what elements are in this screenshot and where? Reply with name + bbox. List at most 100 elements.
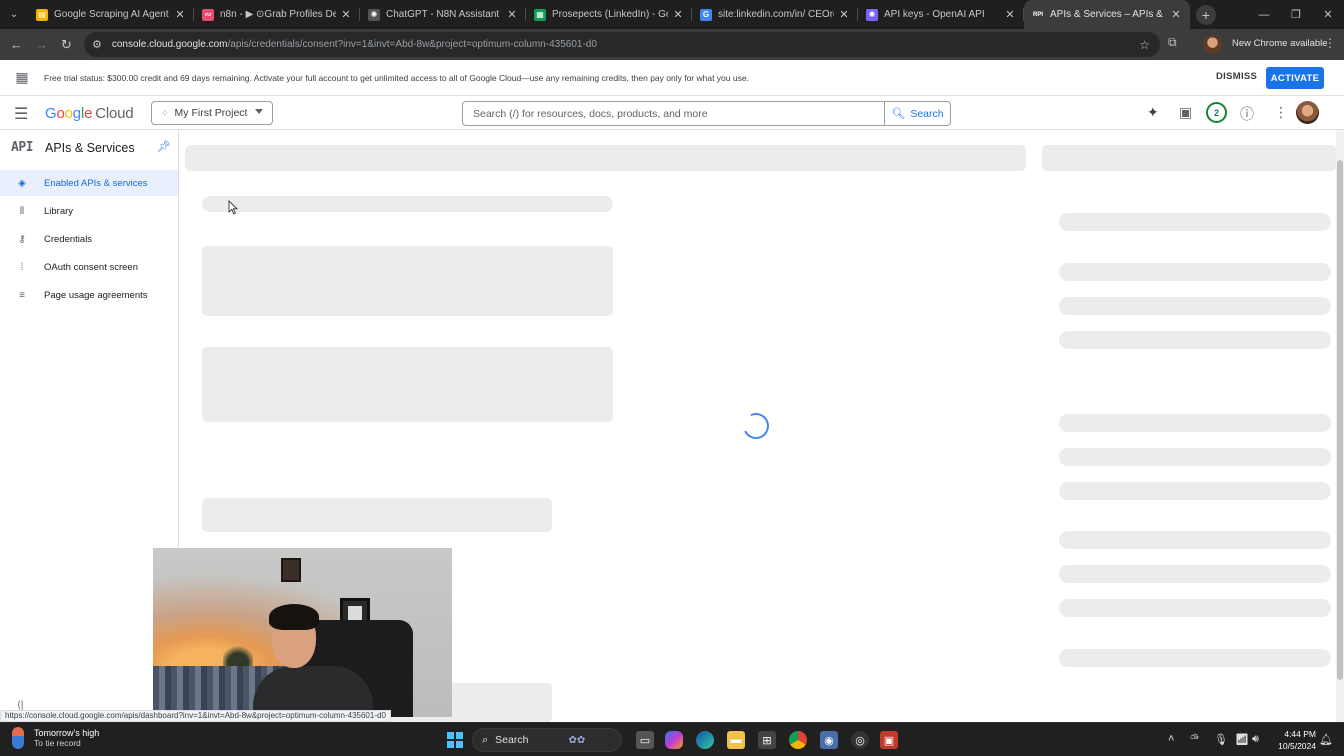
tab-close-icon[interactable]: ✕ (1170, 8, 1182, 21)
close-window-icon[interactable]: ✕ (1312, 0, 1344, 29)
skeleton-bar (1042, 145, 1336, 171)
bookmark-star-icon[interactable]: ☆ (1139, 38, 1150, 52)
microphone-icon[interactable]: 🎙︎ (1214, 733, 1228, 746)
skeleton-card (202, 498, 552, 532)
chrome-taskbar-icon[interactable] (789, 731, 807, 749)
chrome-menu-icon[interactable]: ⋮ (1324, 36, 1336, 50)
notification-bell-icon[interactable]: 🔔︎ (1319, 733, 1333, 746)
free-trial-banner: ▦ Free trial status: $300.00 credit and … (0, 60, 1344, 96)
tab-favicon-icon: ✺ (368, 8, 380, 21)
extensions-icon[interactable]: ⧉ (1168, 35, 1177, 50)
tab-title: site:linkedin.com/in/ CEOreal e (718, 9, 834, 20)
sidenav-item-label: Page usage agreements (44, 289, 148, 301)
tab-title: API keys - OpenAI API (884, 9, 985, 20)
tab-close-icon[interactable]: ✕ (506, 8, 518, 21)
account-avatar[interactable] (1296, 101, 1319, 124)
back-icon[interactable]: ← (4, 32, 29, 57)
browser-tab[interactable]: ✺ API keys - OpenAI API ✕ (858, 0, 1024, 29)
url-path: /apis/credentials/consent?inv=1&invt=Abd… (227, 39, 597, 50)
browser-tab[interactable]: ▦ Prosepects (LinkedIn) - Google ✕ (526, 0, 692, 29)
tab-close-icon[interactable]: ✕ (672, 8, 684, 21)
tab-close-icon[interactable]: ✕ (340, 8, 352, 21)
skeleton-line (1059, 414, 1331, 432)
forward-icon[interactable]: → (29, 32, 54, 57)
taskbar-clock[interactable]: 4:44 PM 10/5/2024 (1274, 728, 1316, 752)
project-name: My First Project (174, 107, 248, 119)
page-scrollbar[interactable] (1336, 130, 1344, 722)
tray-app-icon[interactable]: ⛅︎ (1190, 733, 1199, 746)
sidenav-item[interactable]: ⁞ OAuth consent screen (0, 254, 178, 280)
url-host: console.cloud.google.com (111, 39, 228, 50)
webcam-overlay (153, 548, 452, 717)
browser-tab[interactable]: ▤ Google Scraping AI Agent - Go ✕ (28, 0, 194, 29)
address-bar[interactable]: ⚙ console.cloud.google.com/apis/credenti… (84, 32, 1160, 57)
tab-close-icon[interactable]: ✕ (174, 8, 186, 21)
minimize-icon[interactable]: — (1248, 0, 1280, 29)
tab-search-chevron-icon[interactable]: ⌄ (0, 0, 28, 29)
new-tab-button[interactable]: + (1196, 4, 1216, 25)
tab-favicon-icon: RPI (1032, 8, 1044, 21)
gemini-sparkle-icon[interactable]: ✦ (1147, 104, 1159, 121)
google-cloud-logo[interactable]: Google Cloud (45, 105, 134, 122)
camera-app-icon[interactable]: ◉ (820, 731, 838, 749)
task-view-icon[interactable]: ▭ (636, 731, 654, 749)
cloud-shell-icon[interactable]: ▣ (1179, 104, 1192, 121)
project-picker[interactable]: ⁘ My First Project (151, 101, 273, 125)
scrollbar-thumb[interactable] (1337, 160, 1343, 680)
skeleton-bar (202, 196, 613, 212)
volume-icon[interactable]: 🔊︎ (1252, 733, 1259, 746)
clock-time: 4:44 PM (1284, 729, 1316, 739)
sidenav-item[interactable]: ⦀ Library (0, 198, 178, 224)
recorder-icon[interactable]: ▣ (880, 731, 898, 749)
browser-tab[interactable]: Gsite:linkedin.com/in/ CEOreal e ✕ (692, 0, 858, 29)
file-explorer-icon[interactable]: ▬ (727, 731, 745, 749)
tab-favicon-icon: G (700, 8, 712, 21)
tab-title: APIs & Services – APIs & Servic (1050, 9, 1166, 20)
mouse-cursor (228, 199, 239, 220)
browser-tab[interactable]: ✺ ChatGPT - N8N Assistant (By N ✕ (360, 0, 526, 29)
chrome-update-label[interactable]: New Chrome available (1232, 38, 1328, 49)
pin-icon[interactable]: 📌︎ (157, 140, 171, 153)
search-input[interactable]: Search (/) for resources, docs, products… (463, 108, 884, 120)
tab-close-icon[interactable]: ✕ (1004, 8, 1016, 21)
sidenav-header: API APIs & Services (11, 140, 135, 155)
reload-icon[interactable]: ↻ (54, 32, 79, 57)
search-button[interactable]: 🔍︎ Search (884, 102, 950, 125)
skeleton-bar (185, 145, 1026, 171)
site-info-icon[interactable]: ⚙ (92, 38, 102, 51)
sidenav-item[interactable]: ◈ Enabled APIs & services (0, 170, 178, 196)
console-header: ☰ Google Cloud ⁘ My First Project Search … (0, 96, 1344, 130)
more-options-icon[interactable]: ⋮ (1274, 104, 1288, 121)
windows-start-icon[interactable] (447, 732, 463, 748)
edge-icon[interactable] (696, 731, 714, 749)
dismiss-button[interactable]: DISMISS (1216, 71, 1257, 82)
notifications-badge[interactable]: 2 (1206, 102, 1227, 123)
taskbar-search[interactable]: ⌕ Search ✿✿ (472, 728, 622, 752)
activate-button[interactable]: ACTIVATE (1266, 67, 1324, 89)
obs-icon[interactable]: ◎ (851, 731, 869, 749)
sidenav-item[interactable]: ≡ Page usage agreements (0, 282, 178, 308)
logo-google: Google (45, 105, 93, 122)
browser-tab[interactable]: ∾ n8n - ▶ ⊙Grab Profiles Demo ✕ (194, 0, 360, 29)
window-controls: — ❐ ✕ (1248, 0, 1344, 29)
wifi-icon[interactable]: 📶︎ (1235, 733, 1249, 746)
search-icon: 🔍︎ (891, 108, 906, 120)
tab-close-icon[interactable]: ✕ (838, 8, 850, 21)
microsoft-store-icon[interactable]: ⊞ (758, 731, 776, 749)
browser-tab[interactable]: RPI APIs & Services – APIs & Servic ✕ (1024, 0, 1190, 29)
skeleton-card (202, 246, 613, 316)
trial-message: Free trial status: $300.00 credit and 69… (44, 72, 749, 83)
sidenav-title: APIs & Services (44, 140, 135, 155)
copilot-icon[interactable] (665, 731, 683, 749)
browser-profile-avatar[interactable] (1203, 35, 1222, 54)
maximize-icon[interactable]: ❐ (1280, 0, 1312, 29)
logo-cloud: Cloud (95, 105, 134, 122)
help-icon[interactable]: ⓘ (1240, 104, 1254, 124)
thermometer-icon (12, 727, 24, 749)
tab-favicon-icon: ∾ (202, 8, 214, 21)
sidenav-item[interactable]: ⚷ Credentials (0, 226, 178, 252)
tray-chevron-icon[interactable]: ˄ (1168, 733, 1174, 745)
tab-favicon-icon: ▤ (36, 8, 48, 21)
main-menu-icon[interactable]: ☰ (14, 104, 28, 124)
weather-widget[interactable]: Tomorrow's high To tie record (12, 727, 99, 749)
